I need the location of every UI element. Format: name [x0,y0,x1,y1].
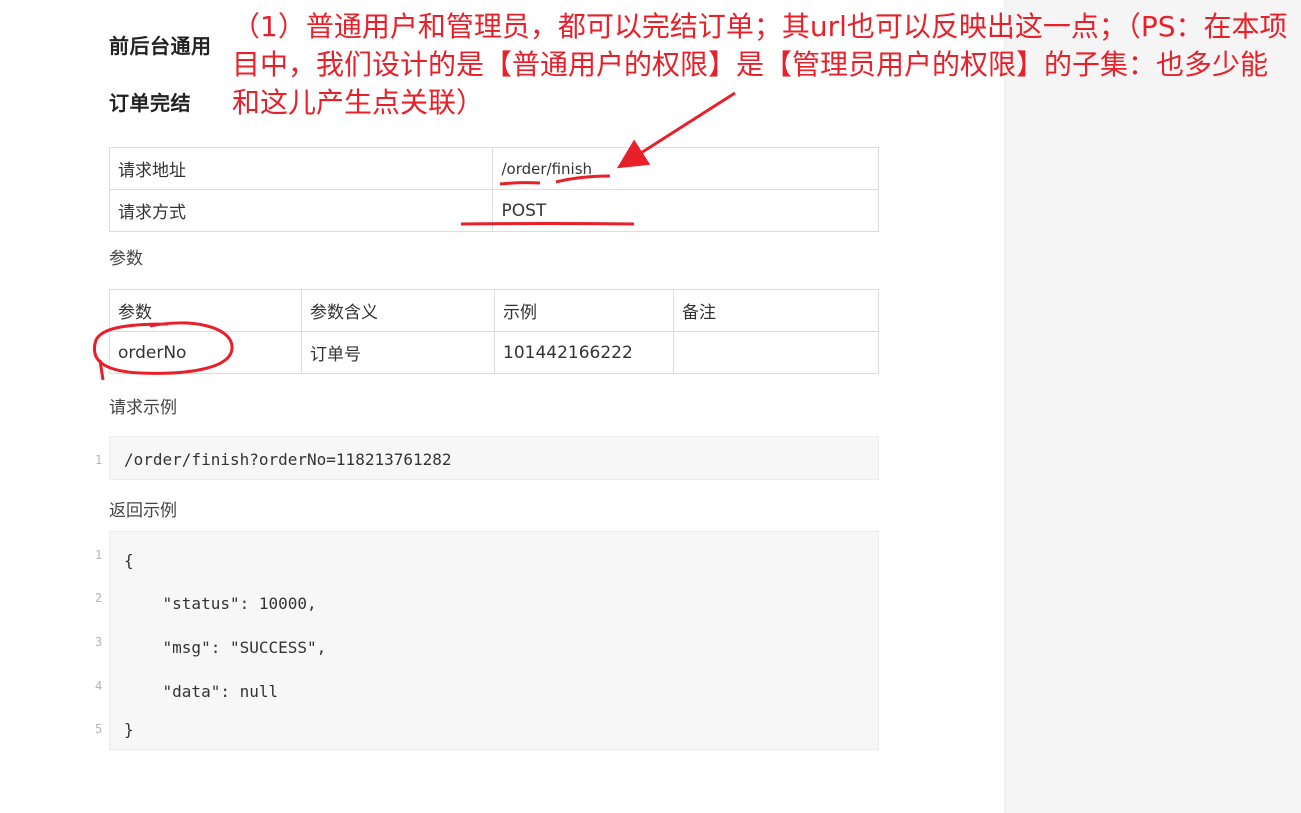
header-example: 示例 [494,289,674,332]
category-heading: 前后台通用 [109,34,212,58]
response-example-label: 返回示例 [109,501,177,521]
line-number: 1 [95,548,103,562]
document-page: 前后台通用 订单完结 请求地址 /order/finish 请求方式 POST … [0,0,1301,813]
response-example-code: { "status": 10000, "msg": "SUCCESS", "da… [109,531,879,750]
request-url-value: /order/finish [492,147,879,190]
code-line: "msg": "SUCCESS", [124,638,327,657]
red-annotation-note: （1）普通用户和管理员，都可以完结订单；其url也可以反映出这一点；（PS：在本… [232,10,1288,119]
request-method-value: POST [492,189,879,232]
code-line: { [124,551,134,570]
header-remark: 备注 [673,289,879,332]
line-number: 5 [95,722,103,736]
param-meaning-cell: 订单号 [301,331,495,374]
line-number: 4 [95,679,103,693]
request-url-label: 请求地址 [108,147,494,190]
line-number: 3 [95,635,103,649]
code-line: "data": null [124,682,279,701]
api-title: 订单完结 [109,91,191,115]
param-example-cell: 101442166222 [494,331,674,374]
params-table: 参数 参数含义 示例 备注 orderNo 订单号 101442166222 [109,289,879,374]
table-row: 请求方式 POST [108,189,879,232]
code-line: } [124,720,134,739]
table-row: orderNo 订单号 101442166222 [109,331,879,374]
request-example-label: 请求示例 [109,398,177,418]
line-number: 2 [95,591,103,605]
line-number: 1 [95,453,103,467]
param-name-cell: orderNo [109,331,302,374]
header-param: 参数 [109,289,302,332]
table-row: 请求地址 /order/finish [108,147,879,190]
request-info-table: 请求地址 /order/finish 请求方式 POST [108,147,879,232]
request-example-code: /order/finish?orderNo=118213761282 [109,436,879,480]
circle-tail [98,359,105,381]
param-remark-cell [673,331,879,374]
params-label: 参数 [109,249,143,269]
header-meaning: 参数含义 [301,289,495,332]
code-line: /order/finish?orderNo=118213761282 [124,450,452,469]
code-line: "status": 10000, [124,594,317,613]
table-header-row: 参数 参数含义 示例 备注 [109,289,879,332]
request-method-label: 请求方式 [108,189,494,232]
